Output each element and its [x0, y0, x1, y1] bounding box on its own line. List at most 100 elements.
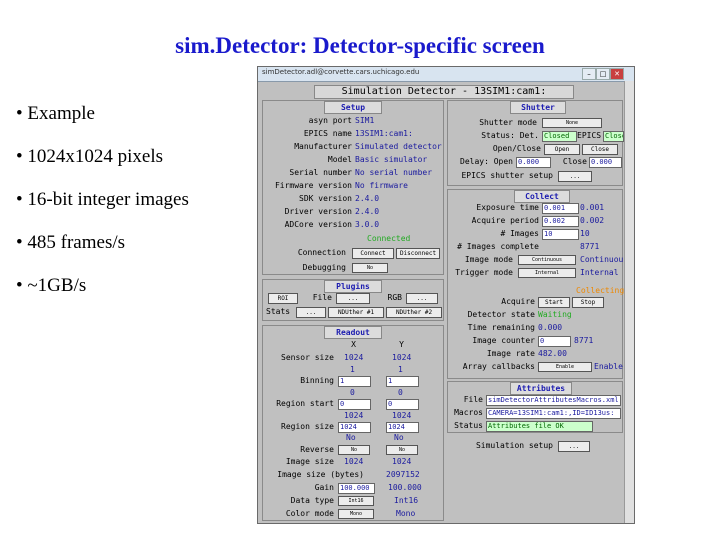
num-images-label: # Images: [500, 229, 539, 238]
color-mode-menu[interactable]: Mono: [338, 509, 374, 519]
readout-title: Readout: [324, 326, 382, 339]
sdk-version-value: 2.4.0: [355, 194, 380, 203]
binning-x-input[interactable]: 1: [338, 376, 371, 387]
attributes-file-input[interactable]: simDetectorAttributesMacros.xml: [486, 395, 621, 406]
rgb-plugin-button[interactable]: ...: [406, 293, 438, 304]
firmware-value: No firmware: [355, 181, 408, 190]
region-size-y-readback: 1024: [392, 411, 412, 420]
simulation-setup-label: Simulation setup: [475, 441, 553, 450]
sensor-size-x: 1024: [344, 353, 364, 362]
serial-number-value: No serial number: [355, 168, 433, 177]
epics-shutter-setup-button[interactable]: ...: [558, 171, 592, 182]
roi-plugin-button[interactable]: ROI: [268, 293, 298, 304]
image-rate-value: 482.00: [538, 349, 567, 358]
delay-close-input[interactable]: 0.000: [589, 157, 622, 168]
bullet-item: • 1024x1024 pixels: [16, 146, 164, 167]
delay-open-label: Delay: Open: [460, 157, 513, 166]
region-start-x-input[interactable]: 0: [338, 399, 371, 410]
acquire-label: Acquire: [501, 297, 535, 306]
region-size-x-input[interactable]: 1024: [338, 422, 371, 433]
reverse-x-readback: No: [346, 433, 356, 442]
det-shutter-status: Closed: [542, 131, 577, 142]
binning-y-readback: 1: [398, 365, 403, 374]
manufacturer-label: Manufacturer: [294, 142, 352, 151]
serial-number-label: Serial number: [289, 168, 352, 177]
maximize-button[interactable]: □: [596, 68, 610, 80]
asyn-port-label: asyn port: [308, 116, 352, 125]
close-button[interactable]: ✕: [610, 68, 624, 80]
connect-button[interactable]: Connect: [352, 248, 394, 259]
sdk-version-label: SDK version: [299, 194, 352, 203]
gain-readback: 100.000: [388, 483, 422, 492]
region-start-y-input[interactable]: 0: [386, 399, 419, 410]
stats-plugin-button[interactable]: ...: [296, 307, 326, 318]
window-titlebar[interactable]: simDetector.adl@corvette.cars.uchicago.e…: [258, 67, 634, 82]
detector-banner: Simulation Detector - 13SIM1:cam1:: [314, 85, 574, 99]
binning-x-readback: 1: [350, 365, 355, 374]
disconnect-button[interactable]: Disconnect: [396, 248, 440, 259]
epics-name-value: 13SIM1:cam1:: [355, 129, 413, 138]
image-counter-input[interactable]: 0: [538, 336, 571, 347]
simulation-setup-button[interactable]: ...: [558, 441, 590, 452]
manufacturer-value: Simulated detector: [355, 142, 442, 151]
color-mode-label: Color mode: [285, 509, 334, 518]
trigger-mode-readback: Internal: [580, 268, 619, 277]
acquire-period-label: Acquire period: [471, 216, 539, 225]
debugging-label: Debugging: [302, 263, 346, 272]
shutter-open-button[interactable]: Open: [544, 144, 580, 155]
binning-label: Binning: [300, 376, 334, 385]
attributes-status-label: Status: [454, 421, 483, 430]
array-callbacks-menu[interactable]: Enable: [538, 362, 592, 372]
detector-state-value: Waiting: [538, 310, 572, 319]
shutter-mode-label: Shutter mode: [479, 118, 537, 127]
num-images-input[interactable]: 10: [542, 229, 579, 240]
collecting-status: Collecting: [576, 286, 625, 295]
reverse-x-menu[interactable]: No: [338, 445, 370, 455]
adcore-version-label: ADCore version: [284, 220, 352, 229]
minimize-button[interactable]: –: [582, 68, 596, 80]
asyn-port-value: SIM1: [355, 116, 375, 125]
macros-label: Macros: [454, 408, 483, 417]
image-size-x: 1024: [344, 457, 364, 466]
shutter-status-label: Status: Det.: [481, 131, 539, 140]
region-start-y-readback: 0: [398, 388, 403, 397]
array-callbacks-readback: Enable: [594, 362, 623, 371]
data-type-menu[interactable]: Int16: [338, 496, 374, 506]
macros-input[interactable]: CAMERA=13SIM1:cam1:,ID=ID13us:: [486, 408, 621, 419]
image-mode-readback: Continuous: [580, 255, 629, 264]
region-start-label: Region start: [276, 399, 334, 408]
debugging-menu[interactable]: No: [352, 263, 388, 273]
region-size-y-input[interactable]: 1024: [386, 422, 419, 433]
plugins-title: Plugins: [324, 280, 382, 293]
gain-label: Gain: [314, 483, 334, 492]
ndother1-button[interactable]: NDUther #1: [328, 307, 384, 318]
trigger-mode-menu[interactable]: Internal: [518, 268, 576, 278]
acquire-start-button[interactable]: Start: [538, 297, 570, 308]
sensor-size-y: 1024: [392, 353, 412, 362]
readout-x-header: X: [351, 340, 356, 349]
gain-input[interactable]: 100.000: [338, 483, 375, 494]
detector-state-label: Detector state: [467, 310, 535, 319]
region-size-label: Region size: [281, 422, 334, 431]
file-plugin-button[interactable]: ...: [336, 293, 370, 304]
reverse-y-menu[interactable]: No: [386, 445, 418, 455]
acquire-period-input[interactable]: 0.002: [542, 216, 579, 227]
acquire-stop-button[interactable]: Stop: [572, 297, 604, 308]
file-plugin-label: File: [312, 293, 332, 302]
images-complete-label: # Images complete: [457, 242, 539, 251]
open-close-label: Open/Close: [492, 144, 541, 153]
exposure-time-input[interactable]: 0.001: [542, 203, 579, 214]
vertical-scrollbar[interactable]: [624, 81, 634, 523]
image-mode-menu[interactable]: Continuous: [518, 255, 576, 265]
shutter-mode-menu[interactable]: None: [542, 118, 602, 128]
image-counter-value: 8771: [574, 336, 594, 345]
binning-y-input[interactable]: 1: [386, 376, 419, 387]
shutter-close-button[interactable]: Close: [582, 144, 618, 155]
data-type-readback: Int16: [394, 496, 419, 505]
bullet-item: • Example: [16, 103, 95, 124]
ndother2-button[interactable]: NDUther #2: [386, 307, 442, 318]
delay-open-input[interactable]: 0.000: [516, 157, 551, 168]
driver-version-label: Driver version: [284, 207, 352, 216]
trigger-mode-label: Trigger mode: [455, 268, 513, 277]
region-start-x-readback: 0: [350, 388, 355, 397]
